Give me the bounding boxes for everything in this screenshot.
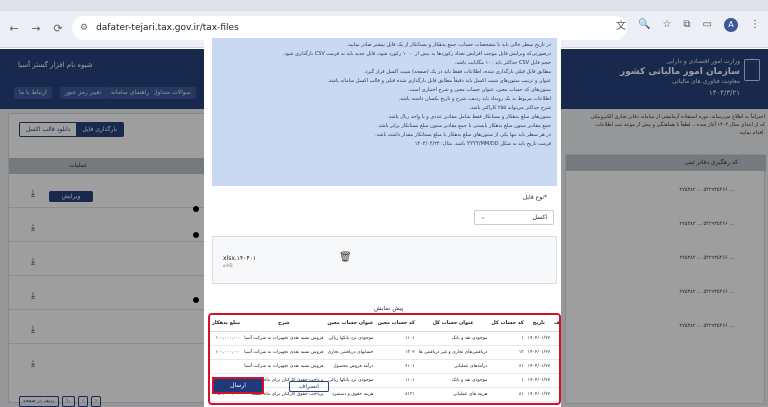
table-cell: درآمد فروش محصول: [325, 359, 376, 374]
table-cell: ۱: [552, 359, 559, 374]
trash-icon[interactable]: 🗑: [339, 252, 352, 263]
forward-icon[interactable]: →: [28, 20, 44, 36]
cancel-button[interactable]: انصراف: [289, 381, 329, 392]
instruction-line: جمع مقادیر ستون مبلغ بدهکار بایستی با جم…: [377, 123, 551, 129]
instruction-line: در هر سطر باید تنها یکی از ستون‌های مبلغ…: [375, 132, 551, 138]
instruction-line: مطابق فایل قبلی بارگذاری شده، اطلاعات فق…: [363, 69, 551, 75]
column-header: شرح: [242, 315, 326, 332]
instruction-line: فرمت تاریخ باید به شکل YYYY/MM/DD باشد. …: [414, 141, 551, 147]
table-cell: دریافتنی‌های تجاری و غیر دریافتنی ها: [416, 345, 490, 360]
table-cell: ۲: [552, 373, 559, 388]
table-cell: ۱۴۰۴/۰۱/۲۷: [525, 387, 553, 402]
instruction-line: شرح حداکثر می‌تواند ۲۵۵ کاراکتر باشد.: [469, 105, 551, 111]
zoom-icon[interactable]: 🔍: [638, 19, 650, 30]
table-cell: ۱۰۰,۰۰۰,۰۰۰: [210, 331, 243, 346]
table-cell: ۱۱۰۱: [375, 331, 417, 346]
column-header: عنوان حساب معین: [325, 315, 376, 332]
table-cell: ۶۱۰۱: [375, 359, 417, 374]
uploaded-file-card: xlsx.۱۴۰۴۰۱ ۵۷KB 🗑: [212, 236, 557, 284]
table-cell: هزینه های عملیاتی: [416, 387, 490, 402]
table-cell: ۱۴۰۴/۰۱/۲۷: [525, 331, 553, 346]
extensions-icon[interactable]: ⧉: [683, 19, 690, 30]
table-cell: ۱: [552, 331, 559, 346]
preview-label: پیش نمایش: [374, 305, 404, 312]
table-cell: ۱۴۰۴/۰۱/۲۷: [525, 359, 553, 374]
table-cell: موجودی نزد بانکها ریالی: [325, 331, 376, 346]
table-cell: ۱۰۰,۰۰۰,۰۰۰: [210, 345, 243, 360]
instruction-line: اطلاعات مربوط به یک رویداد باید ردیف، شر…: [398, 96, 552, 102]
instruction-line: حجم فایل CSV حداکثر باید ۱۰۰ مگابایت باش…: [454, 60, 551, 66]
file-size: ۵۷KB: [223, 263, 233, 268]
instruction-line: درصورتی‌که ویرایش فایل موجب افزایش تعداد…: [282, 51, 551, 57]
table-cell: فروش نسیه نقدی تجهیزات به شرکت آسیا: [242, 331, 326, 346]
reload-icon[interactable]: ⟳: [50, 20, 66, 36]
table-row: ۱ ۱۴۰۴/۰۱/۲۷ ۱ موجودی نقد و بانک ۱۱۰۱ مو…: [210, 331, 559, 346]
sidebar-icon[interactable]: ▭: [703, 19, 712, 30]
table-cell: ۱: [489, 373, 526, 388]
column-header: کد حساب معین: [375, 315, 417, 332]
column-header: کد حساب کل: [489, 315, 526, 332]
table-cell: ۲: [552, 387, 559, 402]
table-cell: ۱۴۰۴/۰۱/۲۷: [525, 345, 553, 360]
menu-icon[interactable]: ⋮: [750, 19, 760, 30]
column-header: تاریخ: [525, 315, 553, 332]
table-cell: فروش نسیه نقدی تجهیزات به شرکت آسیا: [242, 345, 326, 360]
table-cell: حسابهای دریافتنی تجاری: [325, 345, 376, 360]
table-cell: [210, 359, 243, 374]
table-cell: ۱: [552, 345, 559, 360]
translate-icon[interactable]: 文: [616, 17, 626, 32]
table-cell: موجودی نقد و بانک: [416, 373, 490, 388]
table-cell: فروش نسیه نقدی تجهیزات به شرکت آسیا: [242, 359, 326, 374]
table-cell: ۱: [489, 331, 526, 346]
file-type-select[interactable]: اکسل ⌄: [474, 210, 554, 225]
table-cell: ۱۱۰۱: [375, 373, 417, 388]
table-row: ۱ ۱۴۰۴/۰۱/۲۷ ۱۳ دریافتنی‌های تجاری و غیر…: [210, 345, 559, 360]
file-type-value: اکسل: [532, 214, 547, 221]
browser-toolbar-icons: 文 🔍 ☆ ⧉ ▭ A ⋮: [616, 17, 760, 32]
instruction-line: در تاریخ سطر خالی باید با مشخصات حساب، ج…: [346, 42, 551, 48]
back-icon[interactable]: ←: [6, 20, 22, 36]
table-cell: موجودی نقد و بانک: [416, 331, 490, 346]
column-header: ردیف: [552, 315, 559, 332]
file-name: xlsx.۱۴۰۴۰۱: [223, 255, 257, 262]
table-cell: موجودی نزد بانکها ریالی: [325, 373, 376, 388]
table-row: ۱ ۱۴۰۴/۰۱/۲۷ ۶۱ درآمدهای عملیاتی ۶۱۰۱ در…: [210, 359, 559, 374]
table-cell: درآمدهای عملیاتی: [416, 359, 490, 374]
column-header: عنوان حساب کل: [416, 315, 490, 332]
table-header-row: ردیف تاریخ کد حساب کل عنوان حساب کل کد ح…: [210, 315, 559, 332]
table-cell: ۶۱: [489, 359, 526, 374]
table-cell: هزینه حقوق و دستمزد: [325, 387, 376, 402]
instruction-line: عنوان و ترتیب ستون‌های شیت اکسل باید دقی…: [327, 78, 551, 84]
table-cell: ۸۱: [489, 387, 526, 402]
chevron-down-icon: ⌄: [480, 213, 486, 221]
column-header: مبلغ بدهکار: [210, 315, 243, 332]
bookmark-star-icon[interactable]: ☆: [662, 19, 671, 30]
tab-strip: [0, 0, 768, 11]
table-cell: ۱۳۰۲: [375, 345, 417, 360]
table-cell: ۱۳: [489, 345, 526, 360]
profile-avatar[interactable]: A: [724, 17, 738, 32]
file-type-label: نوع فایل*: [522, 194, 547, 201]
table-cell: ۱۴۰۴/۰۱/۲۷: [525, 373, 553, 388]
send-button[interactable]: ارسال: [212, 377, 264, 394]
upload-modal: در تاریخ سطر خالی باید با مشخصات حساب، ج…: [204, 38, 561, 407]
table-cell: ۸۱۳۱: [375, 387, 417, 402]
site-info-icon[interactable]: ⚙: [80, 23, 88, 33]
upload-instructions: در تاریخ سطر خالی باید با مشخصات حساب، ج…: [212, 38, 557, 186]
url-text: dafater-tejari.tax.gov.ir/tax-files: [96, 23, 239, 33]
address-bar[interactable]: ⚙ dafater-tejari.tax.gov.ir/tax-files: [72, 16, 627, 40]
instruction-line: ستون‌های کد حساب معین، عنوان حساب معین و…: [407, 87, 551, 93]
instruction-line: ستون‌های مبلغ بدهکار و بستانکار فقط شامل…: [387, 114, 551, 120]
